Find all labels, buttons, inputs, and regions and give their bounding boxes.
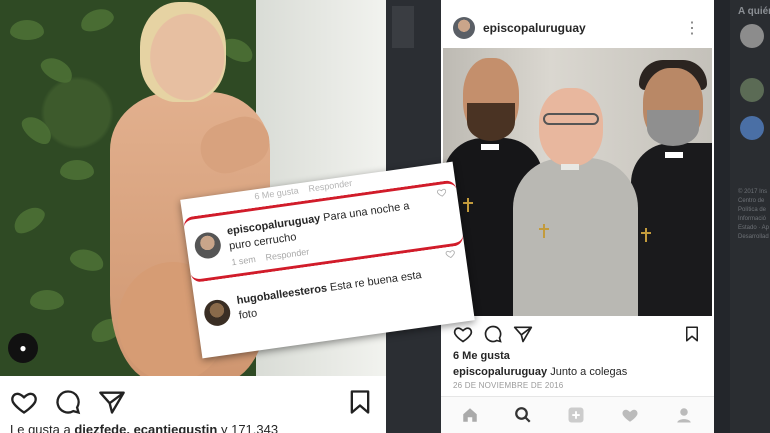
post-date: 26 DE NOVIEMBRE DE 2016 xyxy=(453,381,564,390)
left-post-actions xyxy=(0,380,386,420)
home-icon[interactable] xyxy=(461,406,479,424)
footer-line[interactable]: Estado · Ap xyxy=(738,224,769,232)
footer-line: © 2017 Ins xyxy=(738,189,768,195)
bookmark-icon[interactable] xyxy=(346,388,374,416)
activity-heart-icon[interactable] xyxy=(621,406,639,424)
footer-line[interactable]: Política de xyxy=(738,206,766,214)
post-header: episcopaluruguay ⋮ xyxy=(441,10,714,46)
right-post-photo xyxy=(443,48,712,316)
right-post-actions xyxy=(441,322,714,344)
heart-icon[interactable] xyxy=(445,248,456,259)
left-likes-caption: Le gusta a diezfede, ecantiegustin y 171… xyxy=(10,422,279,433)
footer-line[interactable]: Centro de xyxy=(738,197,764,205)
post-username[interactable]: episcopaluruguay xyxy=(483,21,586,35)
likes-count[interactable]: 6 Me gusta xyxy=(453,350,510,362)
heart-icon[interactable] xyxy=(453,324,473,344)
share-icon[interactable] xyxy=(98,388,126,416)
screenshot-stage: ● Le gusta a diezfede, ecantiegustin y 1… xyxy=(0,0,770,433)
avatar[interactable] xyxy=(740,78,764,102)
comment-icon[interactable] xyxy=(483,324,503,344)
bottom-nav xyxy=(441,396,714,433)
heart-icon[interactable] xyxy=(10,388,38,416)
comment-icon[interactable] xyxy=(54,388,82,416)
add-icon[interactable] xyxy=(567,406,585,424)
profile-icon[interactable] xyxy=(675,406,693,424)
search-icon[interactable] xyxy=(514,406,532,424)
bookmark-icon[interactable] xyxy=(683,324,701,344)
avatar[interactable] xyxy=(740,116,764,140)
tagged-user-icon[interactable]: ● xyxy=(8,333,38,363)
footer-line[interactable]: Desarrollad xyxy=(738,233,769,241)
right-instagram-post: episcopaluruguay ⋮ 6 Me gusta episcopalu… xyxy=(441,0,714,433)
background-block xyxy=(392,6,414,48)
footer-line[interactable]: Informació xyxy=(738,215,766,223)
comment-username[interactable]: hugoballeesteros xyxy=(236,282,328,307)
share-icon[interactable] xyxy=(513,324,533,344)
post-caption: episcopaluruguay Junto a colegas xyxy=(453,366,628,378)
more-dots-icon[interactable]: ⋮ xyxy=(684,18,700,38)
avatar[interactable] xyxy=(453,17,475,39)
sidebar-title: A quién xyxy=(738,6,770,17)
avatar[interactable] xyxy=(202,298,232,328)
avatar[interactable] xyxy=(740,24,764,48)
